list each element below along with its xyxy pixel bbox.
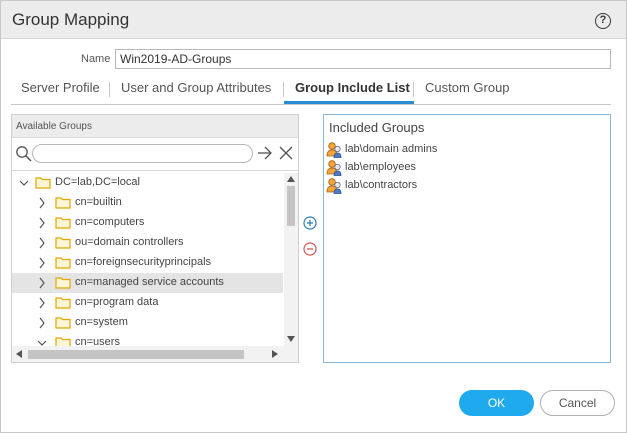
- chevron-down-icon[interactable]: [19, 177, 29, 189]
- chevron-right-icon[interactable]: [37, 237, 47, 249]
- tree-node[interactable]: cn=foreignsecurityprincipals: [12, 253, 283, 273]
- included-groups-panel: Included Groups lab\domain admins lab\em…: [323, 114, 611, 363]
- chevron-right-icon[interactable]: [37, 197, 47, 209]
- vertical-scroll-thumb[interactable]: [287, 186, 295, 226]
- tree-node[interactable]: cn=program data: [12, 293, 283, 313]
- folder-icon: [55, 277, 71, 289]
- tab-separator: [413, 82, 414, 97]
- active-tab-indicator: [284, 101, 414, 104]
- scroll-right-icon[interactable]: [272, 350, 278, 358]
- folder-icon: [55, 297, 71, 309]
- cancel-button[interactable]: Cancel: [540, 390, 615, 416]
- close-icon[interactable]: [279, 145, 293, 161]
- tab-user-and-group-attributes[interactable]: User and Group Attributes: [121, 80, 271, 95]
- chevron-right-icon[interactable]: [37, 317, 47, 329]
- chevron-right-icon[interactable]: [37, 297, 47, 309]
- tab-custom-group[interactable]: Custom Group: [425, 80, 510, 95]
- tree-node-root[interactable]: DC=lab,DC=local: [12, 173, 283, 193]
- folder-icon: [55, 237, 71, 249]
- arrow-right-icon[interactable]: [257, 145, 273, 161]
- dialog-title: Group Mapping: [12, 10, 130, 29]
- scroll-down-icon[interactable]: [287, 336, 295, 342]
- available-groups-panel: Available Groups DC=lab,DC=local cn=buil…: [11, 114, 299, 363]
- minus-circle-icon[interactable]: [303, 242, 317, 256]
- included-group-item[interactable]: lab\contractors: [326, 177, 586, 195]
- search-input[interactable]: [32, 144, 253, 163]
- available-groups-title: Available Groups: [16, 121, 92, 132]
- tree-node[interactable]: cn=system: [12, 313, 283, 333]
- plus-circle-icon[interactable]: [303, 216, 317, 230]
- chevron-down-icon[interactable]: [37, 337, 47, 346]
- vertical-scrollbar[interactable]: [284, 173, 298, 346]
- tree-node-label: DC=lab,DC=local: [55, 176, 140, 188]
- folder-icon: [55, 197, 71, 209]
- help-icon[interactable]: ?: [595, 13, 611, 29]
- divider: [12, 170, 298, 171]
- tree-node-selected[interactable]: cn=managed service accounts: [12, 273, 283, 293]
- included-group-label: lab\contractors: [345, 179, 418, 191]
- included-groups-title: Included Groups: [329, 120, 425, 135]
- tab-server-profile[interactable]: Server Profile: [21, 80, 100, 95]
- horizontal-scroll-thumb[interactable]: [28, 350, 244, 359]
- tree-node-label: cn=system: [75, 316, 128, 328]
- user-group-icon: [326, 142, 342, 158]
- tree-node-label: ou=domain controllers: [75, 236, 184, 248]
- chevron-right-icon[interactable]: [37, 217, 47, 229]
- tree-node-label: cn=managed service accounts: [75, 276, 224, 288]
- tree-node[interactable]: ou=domain controllers: [12, 233, 283, 253]
- folder-icon: [55, 317, 71, 329]
- tree-node-label: cn=builtin: [75, 196, 122, 208]
- tree-node[interactable]: cn=users: [12, 333, 283, 346]
- tree-node-label: cn=foreignsecurityprincipals: [75, 256, 212, 268]
- scroll-left-icon[interactable]: [16, 350, 22, 358]
- tree-node-label: cn=users: [75, 336, 120, 346]
- folder-icon: [55, 337, 71, 346]
- folder-icon: [55, 257, 71, 269]
- chevron-right-icon[interactable]: [37, 257, 47, 269]
- folder-icon: [55, 217, 71, 229]
- tab-separator: [109, 82, 110, 97]
- tree-node[interactable]: cn=builtin: [12, 193, 283, 213]
- user-group-icon: [326, 160, 342, 176]
- included-group-label: lab\domain admins: [345, 143, 438, 155]
- user-group-icon: [326, 178, 342, 194]
- available-groups-header: Available Groups: [12, 115, 298, 138]
- search-icon: [16, 146, 32, 162]
- name-input[interactable]: [115, 49, 611, 69]
- tab-bar: Server Profile User and Group Attributes…: [11, 71, 611, 105]
- included-group-item[interactable]: lab\employees: [326, 159, 586, 177]
- tab-separator: [283, 82, 284, 97]
- dialog-titlebar: Group Mapping ?: [1, 1, 626, 39]
- scroll-up-icon[interactable]: [287, 176, 295, 182]
- folder-icon: [35, 177, 51, 189]
- included-group-label: lab\employees: [345, 161, 416, 173]
- horizontal-scrollbar[interactable]: [12, 346, 298, 362]
- chevron-right-icon[interactable]: [37, 277, 47, 289]
- group-mapping-dialog: Group Mapping ? Name Server Profile User…: [0, 0, 627, 433]
- tree-node-label: cn=computers: [75, 216, 145, 228]
- group-tree: DC=lab,DC=local cn=builtin cn=computers …: [12, 173, 283, 346]
- included-group-item[interactable]: lab\domain admins: [326, 141, 586, 159]
- tab-group-include-list[interactable]: Group Include List: [295, 80, 410, 95]
- tree-node[interactable]: cn=computers: [12, 213, 283, 233]
- name-label: Name: [81, 53, 111, 65]
- ok-button[interactable]: OK: [459, 390, 534, 416]
- tree-node-label: cn=program data: [75, 296, 159, 308]
